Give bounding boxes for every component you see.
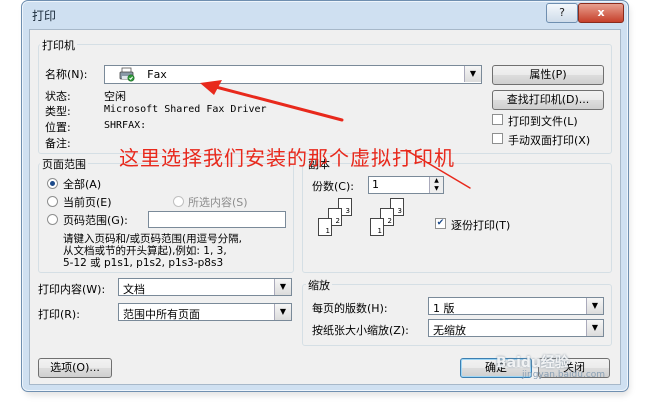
annotation-arrows [200, 80, 471, 189]
arrow-to-printer-line [210, 84, 344, 122]
watermark-url: jingyan.baidu.com [522, 370, 606, 380]
annotation-text: 这里选择我们安装的那个虚拟打印机 [119, 146, 455, 170]
watermark-logo: Baidu经验 [496, 355, 569, 371]
